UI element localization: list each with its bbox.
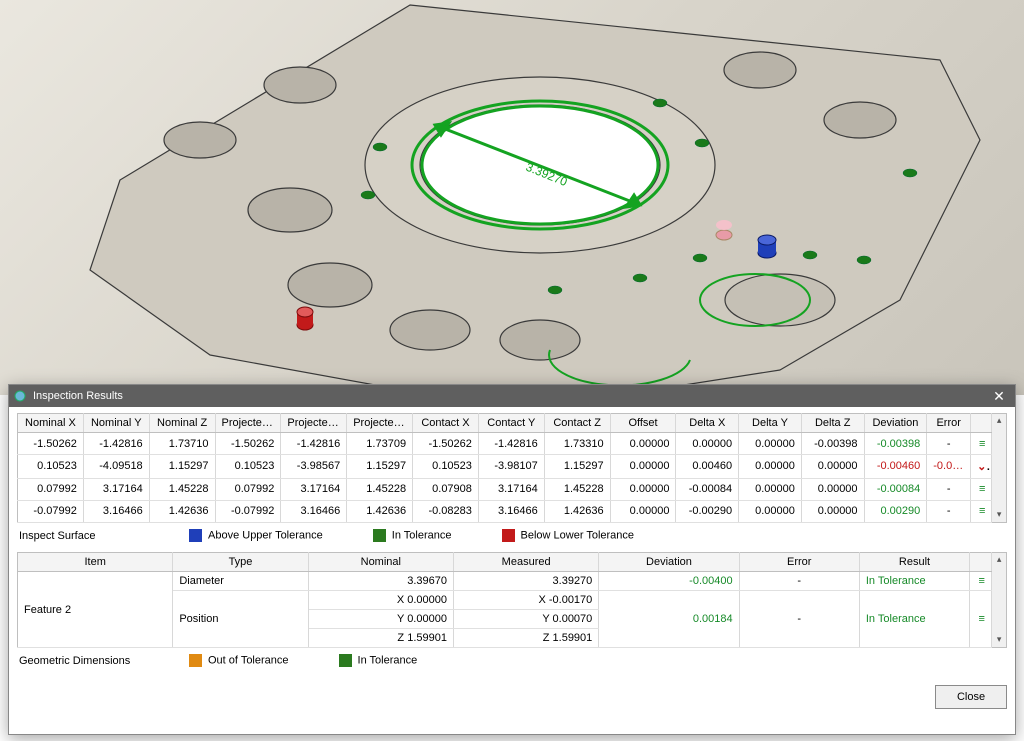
col-header[interactable]: Deviation xyxy=(599,553,739,572)
in-tolerance-icon: ≡ xyxy=(978,575,982,587)
col-header-status xyxy=(970,553,992,572)
table-row[interactable]: 0.079923.171641.452280.079923.171641.452… xyxy=(18,478,992,500)
table-row[interactable]: -0.079923.164661.42636-0.079923.164661.4… xyxy=(18,500,992,522)
in-tolerance-icon: ≡ xyxy=(979,438,983,450)
below-tolerance-icon: ⌄ xyxy=(977,461,992,473)
col-header[interactable]: Nominal xyxy=(308,553,453,572)
swatch-orange xyxy=(189,654,202,667)
table-row[interactable]: 0.10523-4.095181.152970.10523-3.985671.1… xyxy=(18,455,992,478)
col-header[interactable]: Contact Z xyxy=(544,414,610,433)
feature-summary-table: ItemTypeNominalMeasuredDeviationErrorRes… xyxy=(17,552,992,648)
scrollbar-feature-table[interactable]: ▴ ▾ xyxy=(992,552,1007,648)
legend1-item-in: In Tolerance xyxy=(373,529,452,542)
in-tolerance-icon: ≡ xyxy=(978,613,982,625)
col-header[interactable]: Error xyxy=(739,553,859,572)
col-header[interactable]: Delta Z xyxy=(801,414,864,433)
legend1-item-above: Above Upper Tolerance xyxy=(189,529,323,542)
col-header[interactable]: Projected Y xyxy=(281,414,347,433)
in-tolerance-icon: ≡ xyxy=(979,505,983,517)
legend-inspect-surface: Inspect Surface Above Upper Tolerance In… xyxy=(17,523,1007,552)
col-header[interactable]: Item xyxy=(18,553,173,572)
swatch-green xyxy=(339,654,352,667)
col-header[interactable]: Nominal X xyxy=(18,414,84,433)
col-header[interactable]: Delta Y xyxy=(739,414,802,433)
col-header[interactable]: Deviation xyxy=(864,414,927,433)
swatch-red xyxy=(502,529,515,542)
dialog-icon xyxy=(13,389,27,403)
close-icon[interactable]: ✕ xyxy=(987,385,1011,407)
cad-viewport: 3.39270 xyxy=(0,0,1024,395)
legend1-label: Inspect Surface xyxy=(19,530,139,542)
legend2-item-out: Out of Tolerance xyxy=(189,654,289,667)
col-header[interactable]: Error xyxy=(927,414,971,433)
col-header[interactable]: Result xyxy=(859,553,969,572)
legend2-item-in: In Tolerance xyxy=(339,654,418,667)
scrollbar-probe-table[interactable]: ▴ ▾ xyxy=(992,413,1007,523)
close-button[interactable]: Close xyxy=(935,685,1007,709)
legend-geometric-dimensions: Geometric Dimensions Out of Tolerance In… xyxy=(17,648,1007,677)
probe-points-table: Nominal XNominal YNominal ZProjected XPr… xyxy=(17,413,992,523)
col-header[interactable]: Nominal Z xyxy=(149,414,215,433)
col-header[interactable]: Type xyxy=(173,553,308,572)
col-header[interactable]: Offset xyxy=(610,414,676,433)
col-header[interactable]: Projected X xyxy=(215,414,281,433)
col-header[interactable]: Nominal Y xyxy=(83,414,149,433)
inspection-results-dialog: Inspection Results ✕ Nominal XNominal YN… xyxy=(8,384,1016,735)
scroll-up-icon[interactable]: ▴ xyxy=(992,553,1006,567)
scroll-down-icon[interactable]: ▾ xyxy=(992,508,1006,522)
legend2-label: Geometric Dimensions xyxy=(19,655,139,667)
scroll-up-icon[interactable]: ▴ xyxy=(992,414,1006,428)
table-row[interactable]: -1.50262-1.428161.73710-1.50262-1.428161… xyxy=(18,433,992,455)
dialog-titlebar[interactable]: Inspection Results ✕ xyxy=(9,385,1015,407)
dialog-title: Inspection Results xyxy=(33,385,987,407)
col-header[interactable]: Contact Y xyxy=(478,414,544,433)
col-header[interactable]: Measured xyxy=(453,553,598,572)
swatch-green xyxy=(373,529,386,542)
col-header[interactable]: Delta X xyxy=(676,414,739,433)
col-header[interactable]: Projected Z xyxy=(347,414,413,433)
col-header[interactable]: Contact X xyxy=(413,414,479,433)
col-header-status xyxy=(971,414,992,433)
table-row[interactable]: Feature 2Diameter3.396703.39270-0.00400-… xyxy=(18,572,992,591)
in-tolerance-icon: ≡ xyxy=(979,483,983,495)
swatch-blue xyxy=(189,529,202,542)
legend1-item-below: Below Lower Tolerance xyxy=(502,529,635,542)
scroll-down-icon[interactable]: ▾ xyxy=(992,633,1006,647)
